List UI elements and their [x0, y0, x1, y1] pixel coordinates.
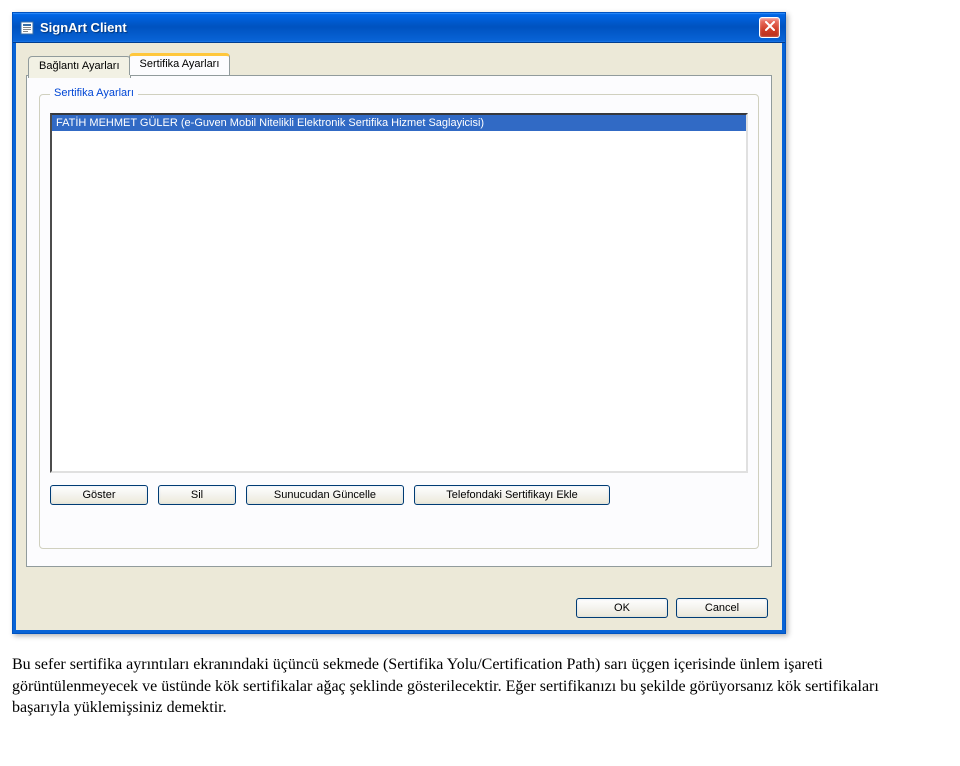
- certificate-listbox[interactable]: FATİH MEHMET GÜLER (e-Guven Mobil Niteli…: [50, 113, 748, 473]
- window-body: Bağlantı Ayarları Sertifika Ayarları Ser…: [13, 43, 785, 633]
- app-window: SignArt Client Bağlantı Ayarları Sertifi…: [12, 12, 786, 634]
- tab-baglanti-ayarlari[interactable]: Bağlantı Ayarları: [28, 56, 131, 78]
- sunucudan-guncelle-button[interactable]: Sunucudan Güncelle: [246, 485, 404, 505]
- close-icon: [765, 21, 775, 34]
- dialog-buttons: OK Cancel: [576, 598, 768, 618]
- window-title: SignArt Client: [40, 20, 759, 35]
- ok-button[interactable]: OK: [576, 598, 668, 618]
- close-button[interactable]: [759, 17, 780, 38]
- cancel-button[interactable]: Cancel: [676, 598, 768, 618]
- app-icon: [19, 20, 35, 36]
- goster-button[interactable]: Göster: [50, 485, 148, 505]
- tabs-container: Bağlantı Ayarları Sertifika Ayarları Ser…: [26, 53, 772, 567]
- titlebar[interactable]: SignArt Client: [13, 13, 785, 43]
- tab-sertifika-ayarlari[interactable]: Sertifika Ayarları: [129, 53, 231, 75]
- telefondaki-sertifikayi-ekle-button[interactable]: Telefondaki Sertifikayı Ekle: [414, 485, 610, 505]
- description-text: Bu sefer sertifika ayrıntıları ekranında…: [12, 654, 932, 719]
- tabs-header: Bağlantı Ayarları Sertifika Ayarları: [28, 53, 772, 75]
- groupbox-title: Sertifika Ayarları: [50, 87, 138, 99]
- button-row: Göster Sil Sunucudan Güncelle Telefondak…: [50, 485, 748, 505]
- list-item[interactable]: FATİH MEHMET GÜLER (e-Guven Mobil Niteli…: [52, 115, 746, 131]
- tab-content: Sertifika Ayarları FATİH MEHMET GÜLER (e…: [26, 75, 772, 567]
- sil-button[interactable]: Sil: [158, 485, 236, 505]
- groupbox-sertifika-ayarlari: Sertifika Ayarları FATİH MEHMET GÜLER (e…: [39, 94, 759, 549]
